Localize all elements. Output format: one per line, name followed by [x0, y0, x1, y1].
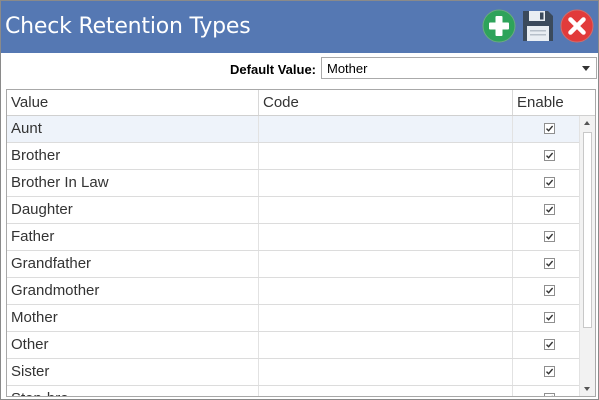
- table-row[interactable]: Aunt: [7, 116, 579, 143]
- enable-checkbox[interactable]: [544, 231, 555, 242]
- checkmark-icon: [546, 341, 554, 348]
- cell-enable: [513, 278, 579, 304]
- floppy-disk-icon: [523, 11, 553, 41]
- add-button[interactable]: [482, 9, 516, 43]
- default-value-row: Default Value: Mother: [1, 53, 598, 85]
- vertical-scrollbar[interactable]: [579, 116, 595, 396]
- checkmark-icon: [546, 233, 554, 240]
- enable-checkbox[interactable]: [544, 258, 555, 269]
- table-row[interactable]: Other: [7, 332, 579, 359]
- cell-enable: [513, 332, 579, 358]
- table-row[interactable]: Mother: [7, 305, 579, 332]
- retention-types-grid: Value Code Enable Aunt Brother Brother In …: [6, 89, 596, 397]
- cell-value[interactable]: Daughter: [7, 197, 259, 223]
- cell-code[interactable]: [259, 116, 513, 142]
- checkmark-icon: [546, 125, 554, 132]
- chevron-down-icon: [582, 66, 590, 71]
- cell-code[interactable]: [259, 332, 513, 358]
- table-row[interactable]: Grandfather: [7, 251, 579, 278]
- cell-code[interactable]: [259, 143, 513, 169]
- cell-value[interactable]: Grandmother: [7, 278, 259, 304]
- enable-checkbox[interactable]: [544, 177, 555, 188]
- table-row[interactable]: Sister: [7, 359, 579, 386]
- checkmark-icon: [546, 179, 554, 186]
- cell-code[interactable]: [259, 197, 513, 223]
- column-header-value[interactable]: Value: [7, 90, 259, 115]
- cell-enable: [513, 224, 579, 250]
- column-header-enable[interactable]: Enable: [513, 90, 579, 115]
- checkmark-icon: [546, 368, 554, 375]
- cell-enable: [513, 170, 579, 196]
- cell-enable: [513, 116, 579, 142]
- cell-code[interactable]: [259, 170, 513, 196]
- enable-checkbox[interactable]: [544, 123, 555, 134]
- window-title: Check Retention Types: [5, 14, 251, 39]
- column-header-code[interactable]: Code: [259, 90, 513, 115]
- cell-enable: [513, 251, 579, 277]
- cell-value[interactable]: Father: [7, 224, 259, 250]
- enable-checkbox[interactable]: [544, 204, 555, 215]
- cell-value[interactable]: Sister: [7, 359, 259, 385]
- enable-checkbox[interactable]: [544, 312, 555, 323]
- save-button[interactable]: [521, 9, 555, 43]
- cell-value[interactable]: Grandfather: [7, 251, 259, 277]
- default-value-dropdown[interactable]: Mother: [321, 57, 597, 79]
- cell-code[interactable]: [259, 251, 513, 277]
- cell-value[interactable]: Mother: [7, 305, 259, 331]
- cell-code[interactable]: [259, 305, 513, 331]
- enable-checkbox[interactable]: [544, 339, 555, 350]
- plus-circle-icon: [482, 9, 516, 43]
- enable-checkbox[interactable]: [544, 150, 555, 161]
- close-button[interactable]: [560, 9, 594, 43]
- checkmark-icon: [546, 287, 554, 294]
- cell-value[interactable]: Aunt: [7, 116, 259, 142]
- grid-header: Value Code Enable: [7, 90, 595, 116]
- scrollbar-thumb[interactable]: [583, 132, 592, 328]
- cell-code[interactable]: [259, 359, 513, 385]
- cell-code[interactable]: [259, 278, 513, 304]
- table-row[interactable]: Father: [7, 224, 579, 251]
- check-retention-types-window: Check Retention Types Default Value: Mot…: [0, 0, 599, 400]
- cell-value[interactable]: Brother In Law: [7, 170, 259, 196]
- table-row[interactable]: Brother: [7, 143, 579, 170]
- cell-code[interactable]: [259, 224, 513, 250]
- table-row[interactable]: Step-bro...: [7, 386, 579, 396]
- cell-value[interactable]: Brother: [7, 143, 259, 169]
- checkmark-icon: [546, 314, 554, 321]
- checkmark-icon: [546, 206, 554, 213]
- table-row[interactable]: Daughter: [7, 197, 579, 224]
- default-value-selected: Mother: [327, 61, 368, 76]
- cell-enable: [513, 386, 579, 396]
- checkmark-icon: [551, 395, 553, 396]
- cell-value[interactable]: Step-bro...: [7, 386, 259, 396]
- cell-enable: [513, 305, 579, 331]
- cell-code[interactable]: [259, 386, 513, 396]
- checkmark-icon: [546, 260, 554, 267]
- enable-checkbox[interactable]: [544, 366, 555, 377]
- enable-checkbox[interactable]: [544, 393, 555, 396]
- cell-enable: [513, 143, 579, 169]
- scroll-down-arrow-icon[interactable]: [580, 382, 595, 396]
- cell-value[interactable]: Other: [7, 332, 259, 358]
- scroll-up-arrow-icon[interactable]: [580, 116, 595, 130]
- grid-rows: Aunt Brother Brother In Law Daughter Father G…: [7, 116, 579, 396]
- checkmark-icon: [546, 152, 554, 159]
- table-row[interactable]: Brother In Law: [7, 170, 579, 197]
- table-row[interactable]: Grandmother: [7, 278, 579, 305]
- title-bar: Check Retention Types: [1, 1, 598, 53]
- default-value-label: Default Value:: [230, 62, 316, 77]
- enable-checkbox[interactable]: [544, 285, 555, 296]
- x-circle-icon: [560, 9, 594, 43]
- cell-enable: [513, 197, 579, 223]
- cell-enable: [513, 359, 579, 385]
